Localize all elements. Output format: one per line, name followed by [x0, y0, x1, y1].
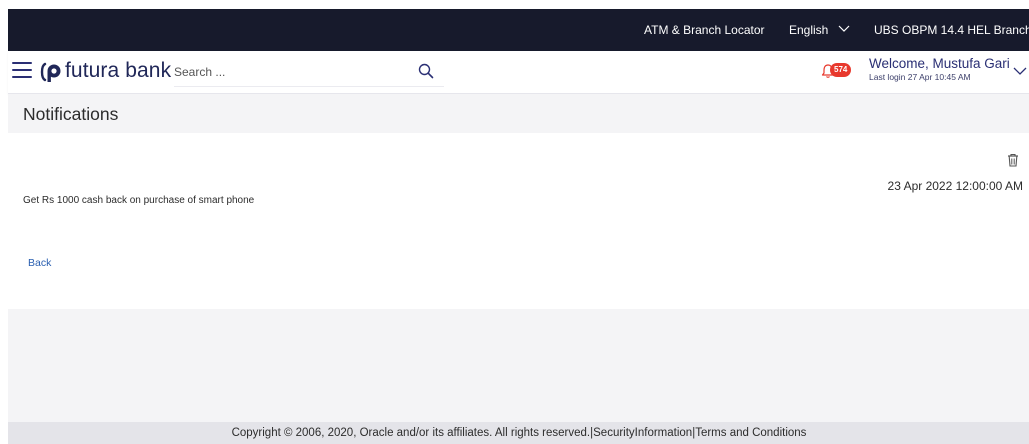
language-selector[interactable]: English: [789, 23, 850, 37]
atm-branch-locator-link[interactable]: ATM & Branch Locator: [644, 23, 765, 37]
search-bar: [174, 57, 444, 87]
main-header: futura bank 574 Welcome, Mustufa Gari La…: [8, 51, 1029, 94]
notification-message: Get Rs 1000 cash back on purchase of sma…: [23, 195, 255, 206]
notification-datetime: 23 Apr 2022 12:00:00 AM: [887, 179, 1023, 193]
menu-icon[interactable]: [12, 62, 32, 80]
back-link[interactable]: Back: [28, 257, 51, 269]
futura-bank-logo-icon: [40, 62, 61, 82]
notification-count-badge[interactable]: 574: [830, 63, 852, 77]
chevron-down-icon: [838, 25, 850, 33]
top-utility-bar: ATM & Branch Locator English UBS OBPM 14…: [8, 9, 1029, 51]
search-input[interactable]: [174, 61, 404, 83]
terms-and-conditions-link[interactable]: Terms and Conditions: [695, 427, 806, 439]
copyright-text: Copyright © 2006, 2020, Oracle and/or it…: [231, 427, 591, 439]
language-label: English: [789, 23, 829, 37]
last-login-text: Last login 27 Apr 10:45 AM: [869, 72, 971, 82]
page-title: Notifications: [23, 104, 119, 124]
search-icon[interactable]: [418, 63, 434, 79]
welcome-text: Welcome, Mustufa Gari: [869, 56, 1010, 71]
security-information-link[interactable]: SecurityInformation: [593, 427, 692, 439]
trash-icon[interactable]: [1006, 153, 1020, 167]
chevron-down-icon[interactable]: [1013, 67, 1027, 76]
footer: Copyright © 2006, 2020, Oracle and/or it…: [8, 422, 1029, 444]
brand-name[interactable]: futura bank: [65, 59, 171, 83]
notification-card: 23 Apr 2022 12:00:00 AM Get Rs 1000 cash…: [8, 133, 1029, 309]
user-menu[interactable]: Welcome, Mustufa Gari Last login 27 Apr …: [869, 56, 1010, 82]
branch-label: UBS OBPM 14.4 HEL Branch: [874, 23, 1029, 37]
branch-selector[interactable]: UBS OBPM 14.4 HEL Branch: [874, 23, 1029, 37]
